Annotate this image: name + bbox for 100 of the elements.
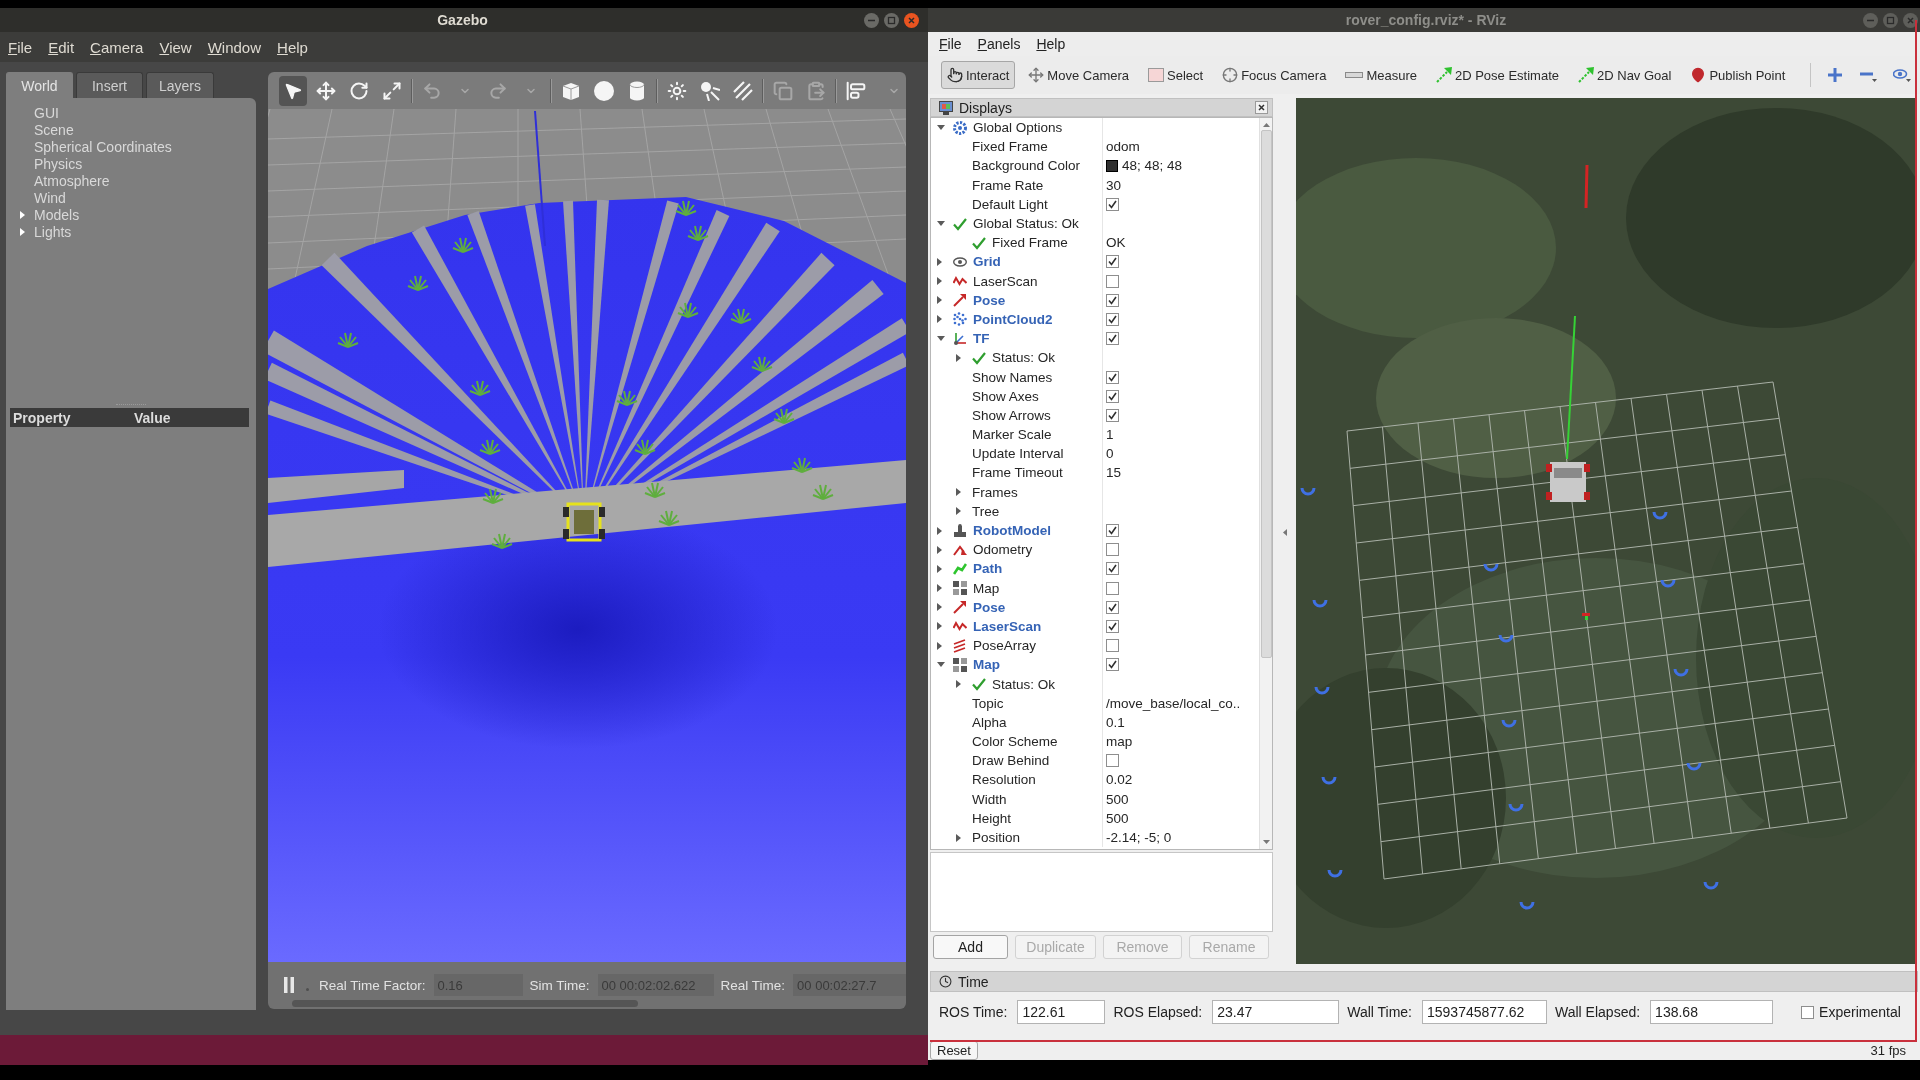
tool-button[interactable]: 2D Nav Goal — [1572, 61, 1678, 89]
display-item[interactable]: Global Options — [973, 120, 1063, 136]
color-swatch-icon[interactable] — [1106, 159, 1118, 172]
display-item[interactable]: Odometry — [973, 542, 1033, 558]
pause-icon[interactable] — [284, 977, 294, 993]
menu-item[interactable]: Help — [1028, 36, 1074, 52]
tool-button[interactable]: Focus Camera — [1216, 61, 1333, 89]
checkbox[interactable] — [1106, 562, 1119, 576]
tree-arrow-icon[interactable] — [956, 353, 961, 362]
horizontal-scrollbar[interactable] — [292, 1000, 638, 1007]
menu-item[interactable]: Help — [269, 38, 316, 56]
tree-arrow-icon[interactable] — [937, 221, 945, 227]
vertical-scrollbar[interactable] — [1259, 118, 1272, 849]
tree-arrow-icon[interactable] — [937, 662, 945, 668]
tree-arrow-icon[interactable] — [937, 277, 942, 286]
maximize-icon[interactable] — [884, 12, 899, 28]
checkbox[interactable] — [1106, 370, 1119, 384]
tool-button[interactable]: Publish Point — [1684, 61, 1792, 89]
display-item[interactable]: LaserScan — [973, 273, 1038, 289]
tree-arrow-icon[interactable] — [937, 257, 942, 266]
display-item[interactable]: LaserScan — [973, 618, 1042, 634]
menu-item[interactable]: View — [151, 38, 200, 56]
checkbox[interactable] — [1106, 600, 1119, 614]
menu-item[interactable]: File — [0, 38, 41, 56]
tree-arrow-icon[interactable] — [20, 227, 25, 236]
checkbox[interactable] — [1106, 408, 1119, 422]
tree-arrow-icon[interactable] — [956, 833, 961, 842]
tree-arrow-icon[interactable] — [937, 564, 942, 573]
display-item[interactable]: Pose — [973, 292, 1006, 308]
menu-item[interactable]: File — [931, 36, 970, 52]
checkbox[interactable] — [1106, 754, 1119, 768]
checkbox[interactable] — [1106, 619, 1119, 633]
checkbox[interactable] — [1106, 524, 1119, 538]
tree-arrow-icon[interactable] — [956, 488, 961, 497]
scrollbar-thumb[interactable] — [1260, 130, 1272, 658]
tool-button[interactable]: Interact — [941, 61, 1016, 89]
tree-arrow-icon[interactable] — [937, 315, 942, 324]
checkbox[interactable] — [1106, 255, 1119, 269]
display-item[interactable]: Map — [973, 580, 1000, 596]
display-item[interactable]: PoseArray — [973, 638, 1037, 654]
checkbox[interactable] — [1106, 658, 1119, 672]
checkbox[interactable] — [1106, 293, 1119, 307]
checkbox[interactable] — [1106, 389, 1119, 403]
rotate-icon — [349, 80, 369, 101]
dot-icon[interactable] — [306, 987, 309, 991]
display-item[interactable]: TF — [973, 331, 990, 347]
menu-item[interactable]: Camera — [82, 38, 152, 56]
checkbox[interactable] — [1106, 543, 1119, 557]
collapse-arrow-icon[interactable] — [1282, 528, 1287, 536]
tool-button[interactable]: Move Camera — [1022, 61, 1135, 89]
display-item[interactable]: PointCloud2 — [973, 311, 1053, 327]
checkbox[interactable] — [1106, 274, 1119, 288]
tree-arrow-icon[interactable] — [937, 545, 942, 554]
check-icon — [953, 216, 967, 231]
menu-item[interactable]: Window — [199, 38, 270, 56]
tab[interactable]: Layers — [146, 72, 215, 98]
property-name: Background Color — [972, 158, 1081, 174]
checker-icon — [953, 581, 967, 596]
plus-icon[interactable] — [1827, 67, 1844, 83]
minimize-icon[interactable] — [864, 12, 879, 28]
close-icon[interactable] — [1255, 101, 1268, 114]
display-item[interactable]: Pose — [973, 599, 1006, 615]
display-item[interactable]: Global Status: Ok — [973, 216, 1079, 232]
tree-arrow-icon[interactable] — [937, 336, 945, 342]
tree-arrow-icon[interactable] — [937, 603, 942, 612]
tool-button[interactable]: 2D Pose Estimate — [1429, 61, 1565, 89]
property-name: Show Axes — [972, 388, 1039, 404]
tree-arrow-icon[interactable] — [956, 507, 961, 516]
checkbox[interactable] — [1106, 581, 1119, 595]
tree-arrow-icon[interactable] — [937, 584, 942, 593]
display-item[interactable]: RobotModel — [973, 523, 1051, 539]
tree-arrow-icon[interactable] — [937, 526, 942, 535]
tree-arrow-icon[interactable] — [937, 296, 942, 305]
menu-item[interactable]: Edit — [40, 38, 83, 56]
tree-arrow-icon[interactable] — [937, 125, 945, 131]
column-header: Property — [13, 409, 72, 426]
scroll-up-icon[interactable] — [1262, 123, 1270, 127]
display-item[interactable]: Path — [973, 561, 1003, 577]
tree-arrow-icon[interactable] — [937, 641, 942, 650]
checkbox[interactable] — [1106, 197, 1119, 211]
display-item[interactable]: Map — [973, 657, 1000, 673]
eye-icon[interactable] — [1893, 67, 1912, 83]
checkbox[interactable] — [1106, 639, 1119, 653]
property-value: 0 — [1106, 446, 1114, 462]
tree-arrow-icon[interactable] — [20, 210, 25, 219]
maximize-icon[interactable] — [1883, 12, 1898, 28]
checkbox[interactable] — [1106, 332, 1119, 346]
tree-arrow-icon[interactable] — [937, 622, 942, 631]
checkbox[interactable] — [1106, 312, 1119, 326]
tree-arrow-icon[interactable] — [956, 680, 961, 689]
select-tool-button[interactable] — [279, 75, 307, 106]
checkbox[interactable] — [1801, 1005, 1815, 1019]
minimize-icon[interactable] — [1863, 12, 1878, 28]
scroll-down-icon[interactable] — [1262, 840, 1270, 844]
panel-button[interactable]: Add — [933, 935, 1008, 959]
tool-button[interactable]: Select — [1142, 61, 1210, 89]
display-item[interactable]: Grid — [973, 254, 1001, 270]
tool-button[interactable]: Measure — [1339, 61, 1423, 89]
menu-item[interactable]: Panels — [969, 36, 1029, 52]
tab[interactable]: Insert — [76, 72, 143, 98]
